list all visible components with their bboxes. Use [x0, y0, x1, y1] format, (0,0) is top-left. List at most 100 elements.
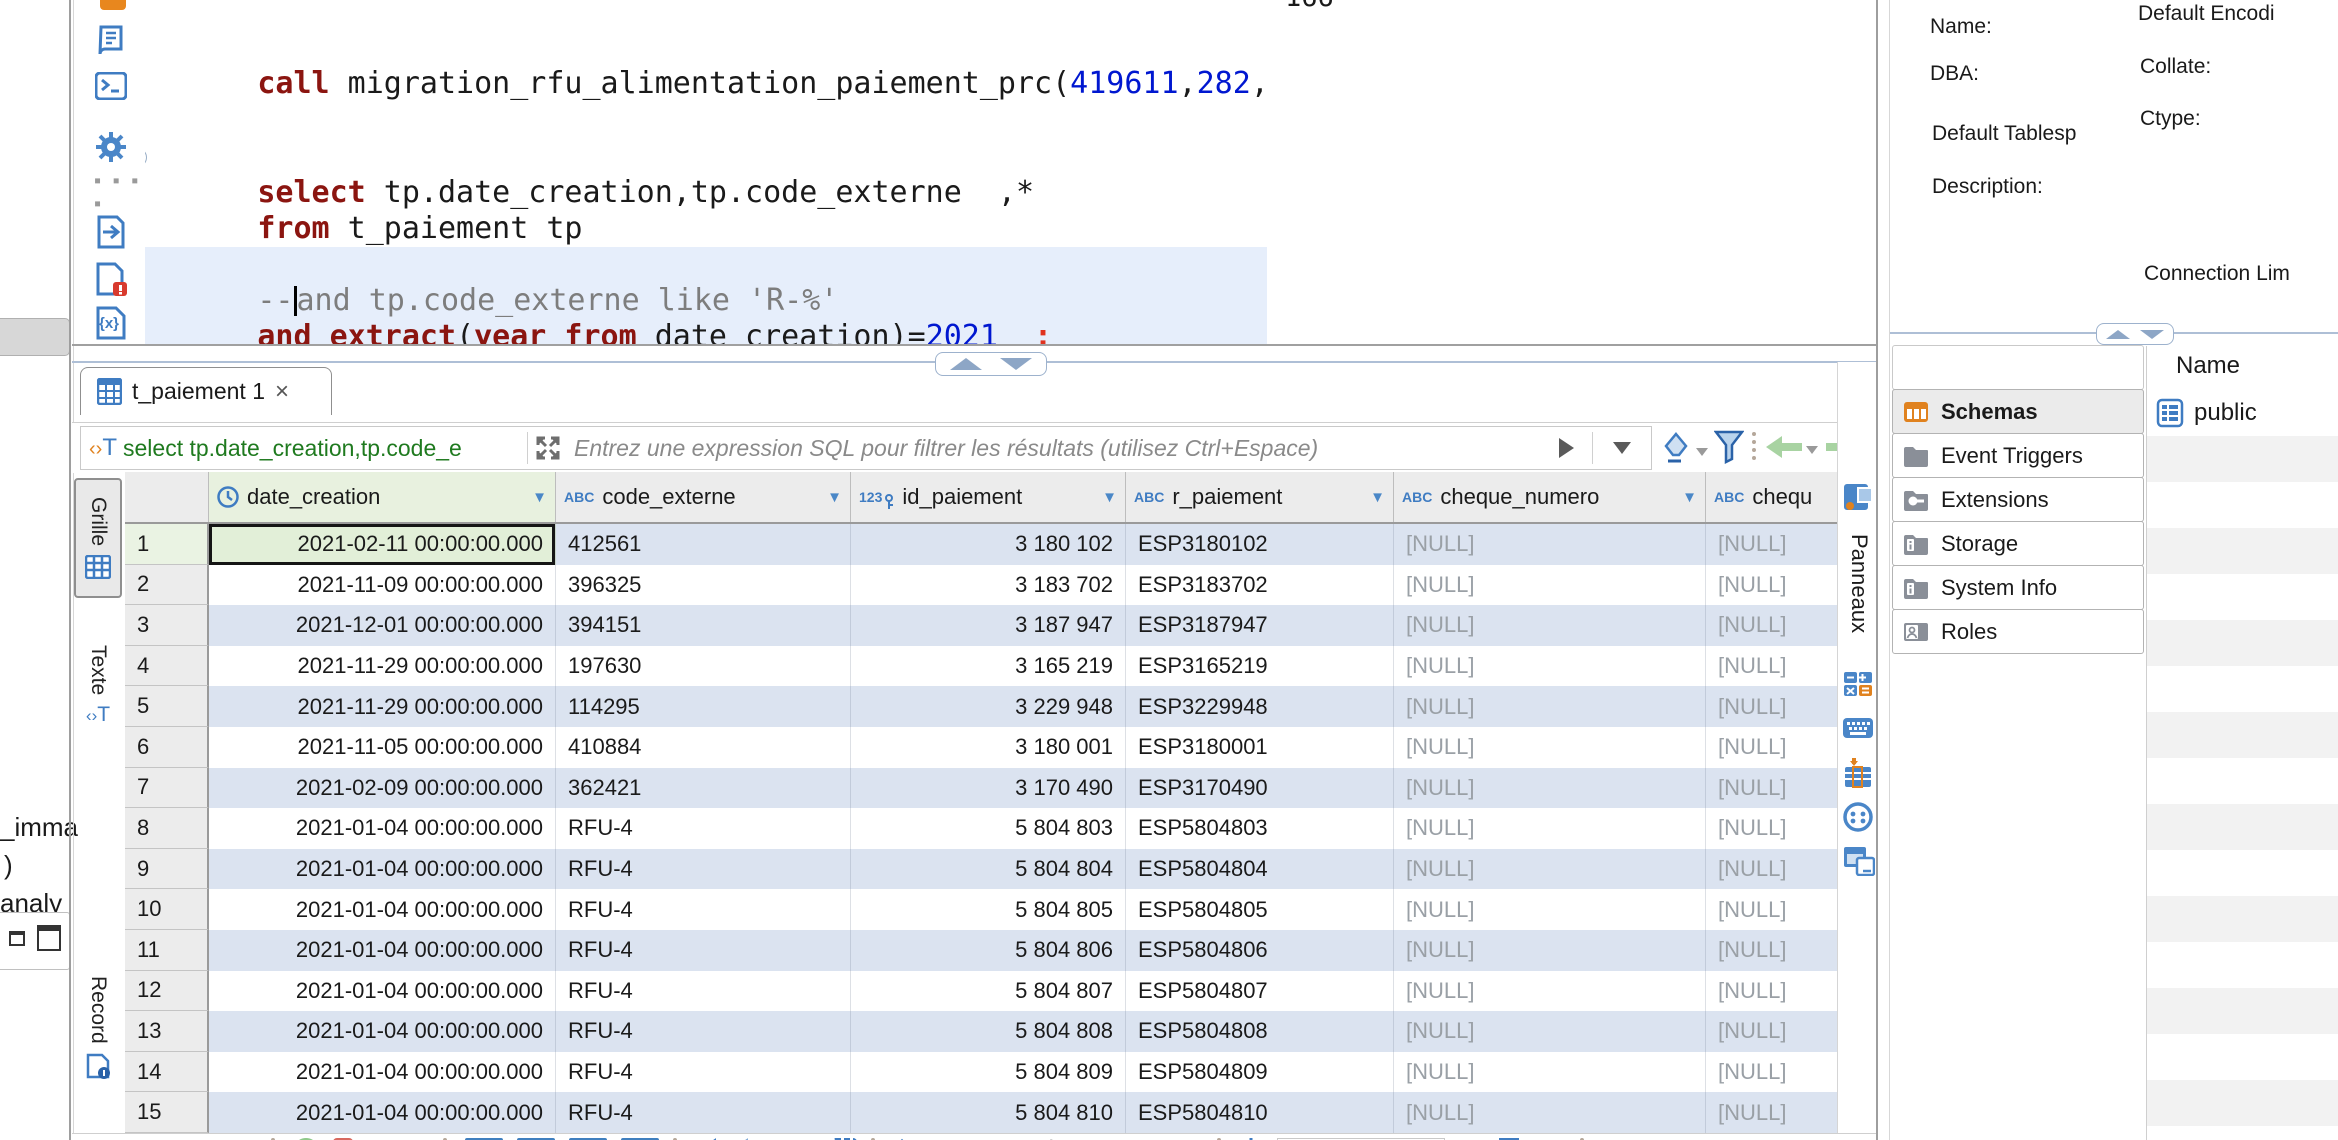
- cell-cheque-2[interactable]: [NULL]: [1706, 849, 1837, 890]
- previous-dropdown-icon[interactable]: [1806, 446, 1818, 454]
- console-icon[interactable]: [95, 72, 127, 100]
- panels-toggle-icon[interactable]: [1842, 480, 1876, 516]
- column-header-date-creation[interactable]: date_creation ▼: [209, 472, 556, 522]
- table-row[interactable]: 11 2021-01-04 00:00:00.000 RFU-4 5 804 8…: [125, 930, 1837, 971]
- tab-record[interactable]: Record: [76, 948, 120, 1108]
- cell-code-externe[interactable]: RFU-4: [556, 1011, 851, 1052]
- cell-id-paiement[interactable]: 5 804 804: [851, 849, 1126, 890]
- cell-code-externe[interactable]: RFU-4: [556, 930, 851, 971]
- cell-cheque-numero[interactable]: [NULL]: [1394, 524, 1706, 565]
- cell-code-externe[interactable]: 410884: [556, 727, 851, 768]
- cell-r-paiement[interactable]: ESP5804806: [1126, 930, 1394, 971]
- collapse-up-icon[interactable]: [950, 358, 982, 370]
- cell-date-creation[interactable]: 2021-01-04 00:00:00.000: [209, 889, 556, 930]
- cell-date-creation[interactable]: 2021-01-04 00:00:00.000: [209, 849, 556, 890]
- cell-r-paiement[interactable]: ESP3170490: [1126, 768, 1394, 809]
- row-number-cell[interactable]: 3: [125, 605, 209, 646]
- cell-date-creation[interactable]: 2021-11-29 00:00:00.000: [209, 646, 556, 687]
- cell-cheque-numero[interactable]: [NULL]: [1394, 686, 1706, 727]
- cell-cheque-2[interactable]: [NULL]: [1706, 1052, 1837, 1093]
- column-filter-icon[interactable]: ▼: [1102, 489, 1117, 506]
- right-panel-divider[interactable]: [1876, 0, 1878, 1140]
- cell-date-creation[interactable]: 2021-01-04 00:00:00.000: [209, 1092, 556, 1133]
- cell-code-externe[interactable]: 197630: [556, 646, 851, 687]
- row-number-cell[interactable]: 2: [125, 565, 209, 606]
- row-number-cell[interactable]: 13: [125, 1011, 209, 1052]
- cell-date-creation[interactable]: 2021-01-04 00:00:00.000: [209, 1052, 556, 1093]
- variables-icon[interactable]: {x}: [95, 306, 127, 340]
- cell-cheque-2[interactable]: [NULL]: [1706, 565, 1837, 606]
- column-header-cheque[interactable]: ABC chequ: [1706, 472, 1837, 522]
- cell-cheque-2[interactable]: [NULL]: [1706, 808, 1837, 849]
- filter-history-dropdown-icon[interactable]: [1613, 442, 1631, 454]
- row-number-cell[interactable]: 7: [125, 768, 209, 809]
- cell-r-paiement[interactable]: ESP5804804: [1126, 849, 1394, 890]
- cell-id-paiement[interactable]: 5 804 805: [851, 889, 1126, 930]
- column-header-cheque-numero[interactable]: ABC cheque_numero ▼: [1394, 472, 1706, 522]
- cell-date-creation[interactable]: 2021-01-04 00:00:00.000: [209, 930, 556, 971]
- cell-id-paiement[interactable]: 3 229 948: [851, 686, 1126, 727]
- sql-call-line[interactable]: call migration_rfu_alimentation_paiement…: [149, 30, 1267, 138]
- nav-item-event-triggers[interactable]: Event Triggers: [1892, 433, 2144, 478]
- erase-filter-icon[interactable]: [1662, 432, 1692, 464]
- previous-result-icon[interactable]: [1764, 434, 1804, 460]
- cell-cheque-numero[interactable]: [NULL]: [1394, 1092, 1706, 1133]
- table-row[interactable]: 1 2021-02-11 00:00:00.000 412561 3 180 1…: [125, 524, 1837, 565]
- cell-date-creation[interactable]: 2021-02-11 00:00:00.000: [209, 524, 556, 565]
- cell-code-externe[interactable]: 362421: [556, 768, 851, 809]
- cell-cheque-numero[interactable]: [NULL]: [1394, 727, 1706, 768]
- right-splitter-collapse-control[interactable]: [2096, 323, 2174, 345]
- gear-icon[interactable]: [94, 130, 128, 164]
- filter-input[interactable]: ‹›T select tp.date_creation,tp.code_e En…: [80, 426, 1652, 470]
- cell-code-externe[interactable]: RFU-4: [556, 849, 851, 890]
- cell-cheque-numero[interactable]: [NULL]: [1394, 565, 1706, 606]
- cell-id-paiement[interactable]: 5 804 806: [851, 930, 1126, 971]
- erase-filter-dropdown-icon[interactable]: [1696, 448, 1708, 456]
- cell-r-paiement[interactable]: ESP3165219: [1126, 646, 1394, 687]
- cell-code-externe[interactable]: RFU-4: [556, 808, 851, 849]
- row-number-cell[interactable]: 14: [125, 1052, 209, 1093]
- cell-id-paiement[interactable]: 5 804 803: [851, 808, 1126, 849]
- table-row[interactable]: 10 2021-01-04 00:00:00.000 RFU-4 5 804 8…: [125, 889, 1837, 930]
- row-number-cell[interactable]: 9: [125, 849, 209, 890]
- row-number-cell[interactable]: 11: [125, 930, 209, 971]
- column-filter-icon[interactable]: ▼: [827, 489, 842, 506]
- schema-row-public[interactable]: public: [2156, 398, 2257, 428]
- value-view-icon[interactable]: [1843, 802, 1873, 832]
- nav-item-schemas[interactable]: Schemas: [1892, 389, 2144, 434]
- collapse-up-icon[interactable]: [2106, 330, 2130, 339]
- cell-cheque-numero[interactable]: [NULL]: [1394, 768, 1706, 809]
- row-number-cell[interactable]: 10: [125, 889, 209, 930]
- row-number-cell[interactable]: 6: [125, 727, 209, 768]
- collapse-down-icon[interactable]: [1000, 358, 1032, 370]
- cell-id-paiement[interactable]: 5 804 810: [851, 1092, 1126, 1133]
- keyboard-icon[interactable]: [1843, 716, 1873, 740]
- cell-date-creation[interactable]: 2021-11-29 00:00:00.000: [209, 686, 556, 727]
- sql-and-line[interactable]: and extract(year from date_creation)=202…: [149, 283, 1052, 344]
- row-number-cell[interactable]: 5: [125, 686, 209, 727]
- expand-filter-icon[interactable]: [534, 434, 562, 462]
- column-filter-icon[interactable]: ▼: [1682, 489, 1697, 506]
- table-row[interactable]: 14 2021-01-04 00:00:00.000 RFU-4 5 804 8…: [125, 1052, 1837, 1093]
- cell-cheque-numero[interactable]: [NULL]: [1394, 605, 1706, 646]
- layout-panels-icon[interactable]: [1843, 846, 1875, 876]
- table-row[interactable]: 7 2021-02-09 00:00:00.000 362421 3 170 4…: [125, 768, 1837, 809]
- cell-date-creation[interactable]: 2021-02-09 00:00:00.000: [209, 768, 556, 809]
- column-header-r-paiement[interactable]: ABC r_paiement ▼: [1126, 472, 1394, 522]
- table-row[interactable]: 2 2021-11-09 00:00:00.000 396325 3 183 7…: [125, 565, 1837, 606]
- cell-id-paiement[interactable]: 5 804 807: [851, 971, 1126, 1012]
- cell-r-paiement[interactable]: ESP3183702: [1126, 565, 1394, 606]
- cell-code-externe[interactable]: 412561: [556, 524, 851, 565]
- cell-r-paiement[interactable]: ESP5804803: [1126, 808, 1394, 849]
- table-row[interactable]: 15 2021-01-04 00:00:00.000 RFU-4 5 804 8…: [125, 1092, 1837, 1133]
- cell-id-paiement[interactable]: 3 180 102: [851, 524, 1126, 565]
- cell-cheque-2[interactable]: [NULL]: [1706, 1092, 1837, 1133]
- window-icon[interactable]: [37, 925, 61, 951]
- table-row[interactable]: 12 2021-01-04 00:00:00.000 RFU-4 5 804 8…: [125, 971, 1837, 1012]
- cell-code-externe[interactable]: 114295: [556, 686, 851, 727]
- cell-date-creation[interactable]: 2021-11-09 00:00:00.000: [209, 565, 556, 606]
- cell-cheque-numero[interactable]: [NULL]: [1394, 808, 1706, 849]
- cell-cheque-2[interactable]: [NULL]: [1706, 727, 1837, 768]
- tab-texte[interactable]: Texte ‹›T: [76, 620, 120, 752]
- cell-r-paiement[interactable]: ESP5804810: [1126, 1092, 1394, 1133]
